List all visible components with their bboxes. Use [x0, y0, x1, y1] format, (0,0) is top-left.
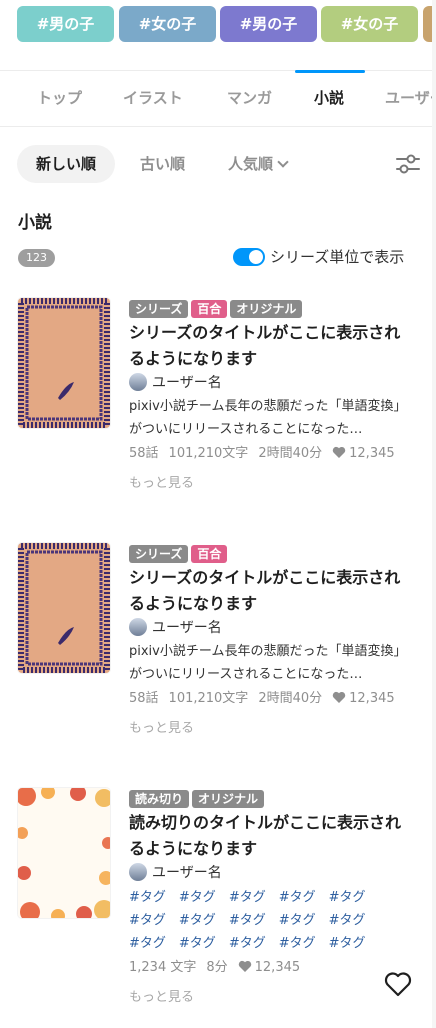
series-badge: シリーズ [129, 545, 189, 563]
author[interactable]: ユーザー名 [129, 372, 222, 392]
novel-caption: pixiv小説チーム長年の悲願だった「単語変換」がついにリリースされることになっ… [129, 399, 407, 437]
avatar [129, 863, 147, 881]
sort-popular-button[interactable]: 人気順 [228, 145, 289, 183]
tag-link[interactable]: #タグ [179, 890, 216, 905]
tag-link[interactable]: #タグ [279, 890, 316, 905]
oneshot-badge: 読み切り [129, 790, 190, 808]
novel-card[interactable]: シリーズ 百合 シリーズのタイトルがここに表示されるようになります ユーザー名 p… [0, 543, 436, 773]
char-count: 101,210文字 [168, 446, 249, 461]
tab-user[interactable]: ユーザー [385, 71, 436, 126]
sort-popular-label: 人気順 [228, 155, 274, 173]
author-name: ユーザー名 [152, 865, 222, 881]
scrollbar[interactable] [432, 0, 436, 1028]
chevron-down-icon [277, 156, 289, 168]
novel-cover[interactable] [18, 298, 110, 428]
result-count-badge: 123 [18, 249, 55, 267]
tag-link[interactable]: #タグ [329, 913, 366, 928]
reading-time: 8分 [206, 960, 228, 975]
tag-link[interactable]: #タグ [329, 890, 366, 905]
heart-icon [238, 960, 251, 972]
more-link[interactable]: もっと見る [129, 717, 194, 736]
author[interactable]: ユーザー名 [129, 617, 222, 637]
novel-title[interactable]: シリーズのタイトルがここに表示されるようになります [129, 565, 414, 617]
like-count: 12,345 [254, 960, 301, 975]
badge-row: 読み切り オリジナル [129, 788, 267, 808]
favorite-heart-icon[interactable] [384, 970, 412, 998]
tag-chip[interactable]: #女の子 [119, 6, 216, 42]
avatar [129, 373, 147, 391]
char-count: 101,210文字 [168, 691, 249, 706]
tag-link[interactable]: #タグ [329, 936, 366, 951]
tag-chip[interactable]: #男の子 [17, 6, 114, 42]
active-tab-indicator [295, 70, 365, 73]
toggle-knob [249, 250, 263, 264]
more-link[interactable]: もっと見る [129, 986, 194, 1005]
tag-list: #タグ #タグ #タグ #タグ #タグ [129, 909, 379, 928]
heart-icon [332, 446, 346, 458]
category-tabs: トップ イラスト マンガ 小説 ユーザー [0, 71, 436, 127]
tag-link[interactable]: #タグ [129, 913, 166, 928]
original-badge: オリジナル [230, 300, 303, 318]
reading-time: 2時間40分 [258, 691, 323, 706]
episode-count: 58話 [129, 446, 159, 461]
tag-link[interactable]: #タグ [229, 913, 266, 928]
like-count: 12,345 [349, 691, 395, 706]
tab-top[interactable]: トップ [37, 71, 82, 126]
sort-oldest-button[interactable]: 古い順 [140, 145, 185, 183]
novel-meta: 58話 101,210文字 2時間40分 12,345 [129, 442, 405, 461]
tag-link[interactable]: #タグ [179, 936, 216, 951]
tag-chip[interactable]: #女の子 [321, 6, 418, 42]
novel-cover[interactable] [18, 543, 110, 673]
series-toggle[interactable] [233, 248, 265, 266]
tag-link[interactable]: #タグ [229, 890, 266, 905]
avatar [129, 618, 147, 636]
tab-manga[interactable]: マンガ [227, 71, 272, 126]
original-badge: オリジナル [192, 790, 265, 808]
tag-link[interactable]: #タグ [179, 913, 216, 928]
tab-novel[interactable]: 小説 [314, 71, 344, 126]
tag-link[interactable]: #タグ [279, 936, 316, 951]
author-name: ユーザー名 [152, 375, 222, 391]
novel-caption: pixiv小説チーム長年の悲願だった「単語変換」がついにリリースされることになっ… [129, 644, 407, 682]
novel-meta: 58話 101,210文字 2時間40分 12,345 [129, 687, 405, 706]
author-name: ユーザー名 [152, 620, 222, 636]
novel-card[interactable]: 読み切り オリジナル 読み切りのタイトルがここに表示されるようになります ユーザー… [0, 788, 436, 1018]
tag-link[interactable]: #タグ [129, 936, 166, 951]
tab-illust[interactable]: イラスト [123, 71, 183, 126]
yuri-badge: 百合 [191, 300, 228, 318]
series-badge: シリーズ [129, 300, 189, 318]
like-count: 12,345 [349, 446, 395, 461]
section-title: 小説 [18, 213, 52, 233]
filter-icon[interactable] [395, 152, 421, 176]
novel-title[interactable]: シリーズのタイトルがここに表示されるようになります [129, 320, 414, 372]
tag-bar: #男の子 #女の子 #男の子 #女の子 [0, 0, 436, 71]
tag-list: #タグ #タグ #タグ #タグ #タグ [129, 886, 379, 905]
tag-link[interactable]: #タグ [279, 913, 316, 928]
novel-cover[interactable] [18, 788, 110, 918]
novel-card[interactable]: シリーズ 百合 オリジナル シリーズのタイトルがここに表示されるようになります ユー… [0, 298, 436, 528]
reading-time: 2時間40分 [258, 446, 323, 461]
tag-link[interactable]: #タグ [229, 936, 266, 951]
novel-title[interactable]: 読み切りのタイトルがここに表示されるようになります [129, 810, 414, 862]
tag-chip[interactable]: #男の子 [220, 6, 317, 42]
heart-icon [332, 691, 346, 703]
yuri-badge: 百合 [191, 545, 228, 563]
author[interactable]: ユーザー名 [129, 862, 222, 882]
sort-newest-button[interactable]: 新しい順 [17, 145, 116, 183]
char-count: 1,234 文字 [129, 960, 197, 975]
badge-row: シリーズ 百合 [129, 543, 230, 563]
badge-row: シリーズ 百合 オリジナル [129, 298, 305, 318]
more-link[interactable]: もっと見る [129, 472, 194, 491]
tag-list: #タグ #タグ #タグ #タグ #タグ [129, 932, 379, 951]
novel-meta: 1,234 文字 8分 12,345 [129, 956, 310, 975]
tag-link[interactable]: #タグ [129, 890, 166, 905]
series-toggle-label: シリーズ単位で表示 [270, 248, 405, 266]
episode-count: 58話 [129, 691, 159, 706]
